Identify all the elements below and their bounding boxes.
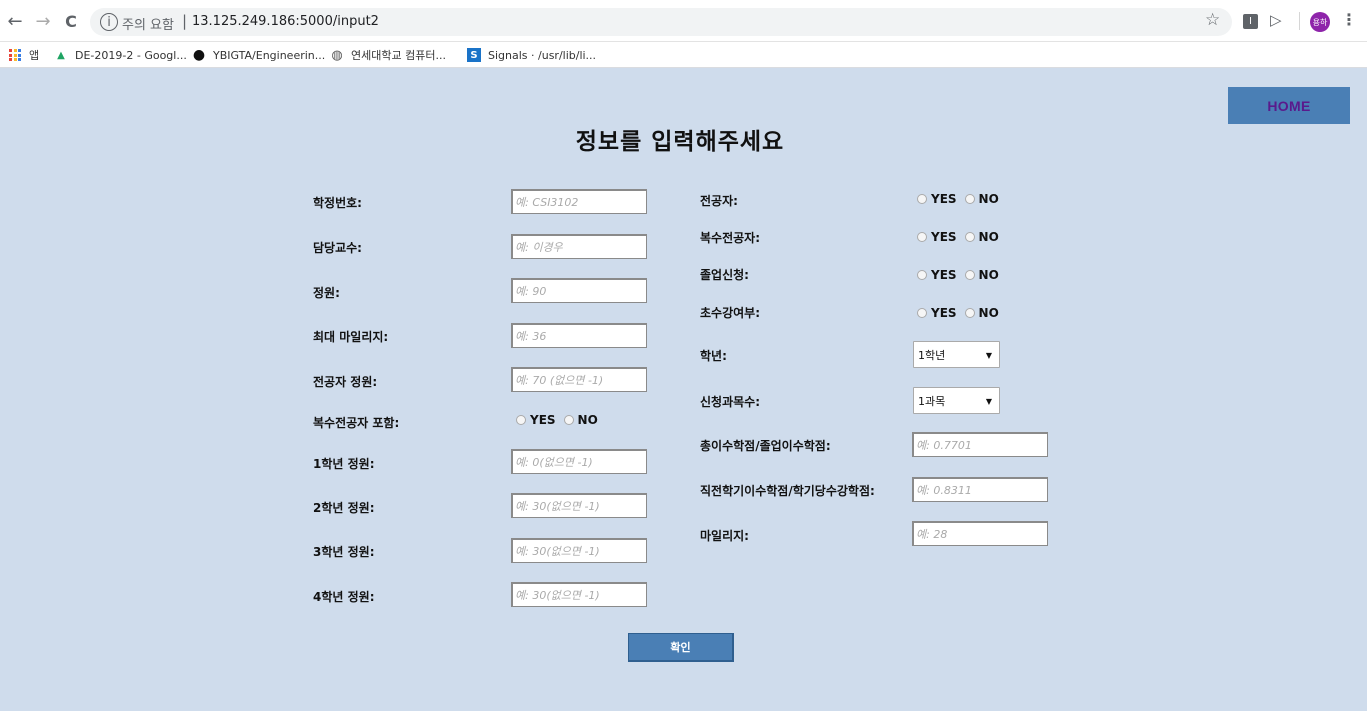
- s-site-icon: S: [467, 48, 481, 62]
- toolbar-divider: [1299, 12, 1300, 30]
- professor-label: 담당교수:: [313, 241, 362, 255]
- grade4-capacity-label: 4학년 정원:: [313, 590, 375, 604]
- radio-no[interactable]: [964, 232, 975, 242]
- reload-icon[interactable]: C: [60, 10, 82, 32]
- bookmark-star-icon[interactable]: ☆: [1205, 10, 1220, 30]
- bookmark-label: 연세대학교 컴퓨터...: [351, 49, 446, 62]
- professor-input[interactable]: [511, 234, 647, 259]
- capacity-input[interactable]: [511, 278, 647, 303]
- bookmarks-bar: 앱 ▲ DE-2019-2 - Googl... ● YBIGTA/Engine…: [0, 42, 1367, 68]
- radio-no-label: NO: [978, 192, 999, 206]
- is-major-label: 전공자:: [700, 194, 738, 208]
- num-courses-label: 신청과목수:: [700, 395, 760, 409]
- grade3-capacity-label: 3학년 정원:: [313, 545, 375, 559]
- submit-button[interactable]: 확인: [628, 633, 734, 662]
- radio-yes[interactable]: [516, 415, 526, 425]
- course-id-input[interactable]: [511, 189, 647, 214]
- radio-no-label: NO: [978, 268, 999, 282]
- major-capacity-input[interactable]: [511, 367, 647, 392]
- github-icon: ●: [192, 47, 206, 63]
- max-mileage-label: 최대 마일리지:: [313, 330, 389, 344]
- url-text[interactable]: 13.125.249.186:5000/input2: [192, 14, 379, 29]
- double-major-included-label: 복수전공자 포함:: [313, 416, 400, 430]
- page-title: 정보를 입력해주세요: [575, 129, 785, 155]
- grade-select-value: 1학년: [918, 348, 946, 362]
- grade3-capacity-input[interactable]: [511, 538, 647, 563]
- dropdown-caret-icon: ▼: [985, 351, 992, 360]
- bookmark-yonsei[interactable]: ◍ 연세대학교 컴퓨터...: [330, 47, 446, 63]
- mileage-input[interactable]: [912, 521, 1048, 546]
- num-courses-select[interactable]: 1과목 ▼: [913, 387, 1000, 414]
- bookmark-drive[interactable]: ▲ DE-2019-2 - Googl...: [54, 47, 187, 63]
- grade4-capacity-input[interactable]: [511, 582, 647, 607]
- radio-no[interactable]: [964, 270, 975, 280]
- max-mileage-input[interactable]: [511, 323, 647, 348]
- graduation-applied-label: 졸업신청:: [700, 268, 749, 282]
- radio-yes-label: YES: [931, 268, 957, 282]
- google-drive-icon: ▲: [57, 49, 65, 61]
- grade2-capacity-label: 2학년 정원:: [313, 501, 375, 515]
- radio-yes-label: YES: [931, 306, 957, 320]
- radio-no-label: NO: [978, 230, 999, 244]
- semester-ratio-label: 직전학기이수학점/학기당수강학점:: [700, 484, 875, 498]
- is-major-radios: YES NO: [917, 192, 999, 206]
- bookmark-apps[interactable]: 앱: [8, 47, 39, 63]
- bookmark-signals[interactable]: S Signals · /usr/lib/li...: [467, 47, 596, 63]
- radio-yes-label: YES: [530, 413, 556, 427]
- semester-ratio-input[interactable]: [912, 477, 1048, 502]
- globe-icon: ◍: [331, 47, 343, 63]
- major-capacity-label: 전공자 정원:: [313, 375, 378, 389]
- mileage-label: 마일리지:: [700, 529, 749, 543]
- grade-select[interactable]: 1학년 ▼: [913, 341, 1000, 368]
- radio-yes[interactable]: [917, 308, 927, 318]
- dropdown-caret-icon: ▼: [985, 397, 992, 406]
- forward-arrow-icon[interactable]: →: [32, 10, 54, 32]
- extension-send-icon[interactable]: ▷: [1270, 11, 1282, 29]
- double-major-included-radios: YES NO: [516, 413, 598, 427]
- grade2-capacity-input[interactable]: [511, 493, 647, 518]
- radio-no[interactable]: [563, 415, 574, 425]
- radio-yes[interactable]: [917, 232, 927, 242]
- info-icon[interactable]: i: [100, 13, 118, 31]
- is-double-major-radios: YES NO: [917, 230, 999, 244]
- bookmark-label: YBIGTA/Engineerin...: [213, 48, 326, 62]
- bookmark-github[interactable]: ● YBIGTA/Engineerin...: [192, 47, 325, 63]
- is-double-major-label: 복수전공자:: [700, 231, 760, 245]
- radio-no-label: NO: [978, 306, 999, 320]
- grade1-capacity-label: 1학년 정원:: [313, 457, 375, 471]
- graduation-applied-radios: YES NO: [917, 268, 999, 282]
- bookmark-label: DE-2019-2 - Googl...: [75, 48, 187, 62]
- capacity-label: 정원:: [313, 286, 340, 300]
- radio-yes-label: YES: [931, 192, 957, 206]
- browser-toolbar: ← → C i 주의 요함 | 13.125.249.186:5000/inpu…: [0, 0, 1367, 42]
- credit-ratio-label: 총이수학점/졸업이수학점:: [700, 439, 831, 453]
- bookmark-label: Signals · /usr/lib/li...: [488, 48, 597, 62]
- radio-no-label: NO: [577, 413, 598, 427]
- grade-label: 학년:: [700, 349, 727, 363]
- course-id-label: 학정번호:: [313, 196, 362, 210]
- first-time-label: 초수강여부:: [700, 306, 760, 320]
- address-bar[interactable]: i 주의 요함 | 13.125.249.186:5000/input2: [90, 8, 1232, 36]
- apps-grid-icon: [8, 48, 22, 62]
- first-time-radios: YES NO: [917, 306, 999, 320]
- radio-no[interactable]: [964, 308, 975, 318]
- address-separator: |: [182, 12, 188, 30]
- bookmark-label: 앱: [29, 49, 40, 62]
- num-courses-select-value: 1과목: [918, 394, 946, 408]
- radio-yes-label: YES: [931, 230, 957, 244]
- home-button[interactable]: HOME: [1228, 87, 1350, 124]
- radio-yes[interactable]: [917, 194, 927, 204]
- extension-reader-icon[interactable]: I: [1243, 14, 1258, 29]
- security-warning[interactable]: 주의 요함: [122, 14, 174, 33]
- credit-ratio-input[interactable]: [912, 432, 1048, 457]
- grade1-capacity-input[interactable]: [511, 449, 647, 474]
- back-arrow-icon[interactable]: ←: [4, 10, 26, 32]
- radio-yes[interactable]: [917, 270, 927, 280]
- radio-no[interactable]: [964, 194, 975, 204]
- profile-avatar[interactable]: 용하: [1310, 12, 1330, 32]
- menu-dots-icon[interactable]: ⋮: [1341, 10, 1357, 29]
